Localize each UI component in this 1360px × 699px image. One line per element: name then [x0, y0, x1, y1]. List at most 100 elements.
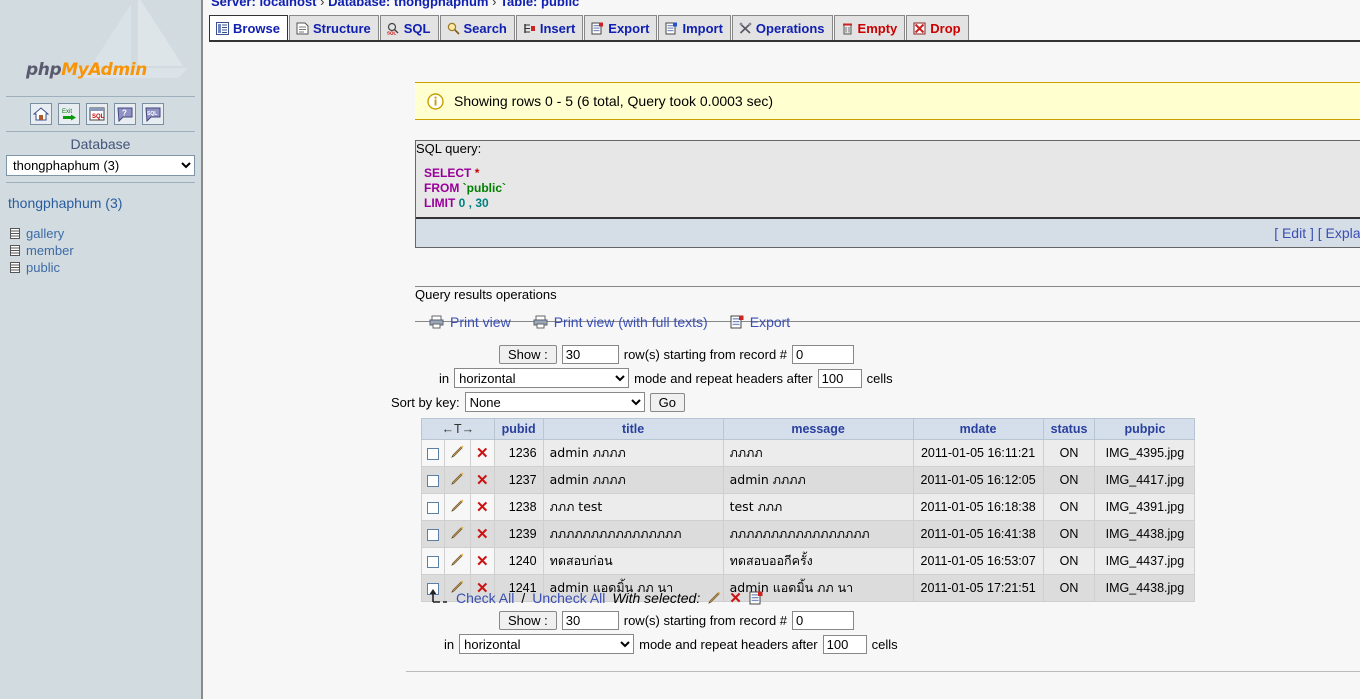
edit-pencil-icon[interactable] [450, 445, 465, 459]
record-input-bottom[interactable] [792, 611, 854, 630]
documentation-icon[interactable]: ? [114, 103, 136, 125]
column-header-pubid[interactable]: pubid [494, 419, 543, 440]
record-input-top[interactable] [792, 345, 854, 364]
row-checkbox-cell[interactable] [422, 548, 445, 575]
sidebar-table-link[interactable]: gallery [26, 226, 64, 241]
row-checkbox[interactable] [427, 475, 439, 487]
column-header-status[interactable]: status [1043, 419, 1095, 440]
delete-x-icon[interactable]: ✕ [729, 589, 742, 607]
edit-pencil-icon[interactable] [450, 553, 465, 567]
breadcrumb-server-label: Server: [211, 0, 256, 9]
explain-sql-link[interactable]: Explain SQL [1326, 225, 1360, 241]
column-header-message[interactable]: message [723, 419, 913, 440]
tab-sql[interactable]: SQL SQL [380, 15, 439, 40]
go-button[interactable]: Go [650, 393, 685, 412]
column-header-pubpic[interactable]: pubpic [1095, 419, 1195, 440]
display-mode-select-top[interactable]: horizontal [454, 368, 629, 388]
tab-empty[interactable]: Empty [834, 15, 906, 40]
row-edit-cell[interactable] [445, 440, 471, 467]
row-checkbox[interactable] [427, 556, 439, 568]
column-header-title[interactable]: title [543, 419, 723, 440]
edit-pencil-icon[interactable] [450, 472, 465, 486]
rows-input-top[interactable] [562, 345, 619, 364]
row-edit-cell[interactable] [445, 467, 471, 494]
database-select[interactable]: thongphaphum (3) [6, 155, 195, 176]
sort-direction-header[interactable]: ←T→ [422, 419, 495, 440]
cell-title: admin ภภภภ [543, 467, 723, 494]
print-view-link[interactable]: Print view [429, 314, 511, 330]
row-delete-cell[interactable]: ✕ [471, 440, 495, 467]
cell-mdate: 2011-01-05 16:53:07 [913, 548, 1043, 575]
sort-by-key-select[interactable]: None [465, 392, 645, 412]
sql-help-icon[interactable]: SQL [142, 103, 164, 125]
row-checkbox-cell[interactable] [422, 467, 445, 494]
sidebar-item-public[interactable]: public [10, 259, 201, 276]
query-results-operations: Query results operations Print view [415, 286, 1360, 322]
delete-x-icon[interactable]: ✕ [476, 499, 489, 516]
row-checkbox-cell[interactable] [422, 494, 445, 521]
row-checkbox[interactable] [427, 502, 439, 514]
print-view-full-texts-link[interactable]: Print view (with full texts) [533, 314, 708, 330]
export-icon[interactable] [749, 591, 763, 605]
breadcrumb-database-value[interactable]: thongphaphum [394, 0, 489, 9]
check-all-link[interactable]: Check All [456, 590, 514, 606]
edit-pencil-icon[interactable] [450, 526, 465, 540]
row-edit-cell[interactable] [445, 548, 471, 575]
tab-import[interactable]: Import [658, 15, 730, 40]
in-label-top: in [439, 371, 449, 386]
rows-input-bottom[interactable] [562, 611, 619, 630]
repeat-headers-input-top[interactable] [818, 369, 862, 388]
tab-drop[interactable]: Drop [906, 15, 968, 40]
sidebar-item-gallery[interactable]: gallery [10, 225, 201, 242]
sql-window-icon[interactable]: SQL [86, 103, 108, 125]
column-header-mdate[interactable]: mdate [913, 419, 1043, 440]
logo-my-text: My [61, 60, 88, 80]
display-mode-select-bottom[interactable]: horizontal [459, 634, 634, 654]
row-delete-cell[interactable]: ✕ [471, 494, 495, 521]
tab-label: Empty [858, 21, 898, 36]
home-icon[interactable] [30, 103, 52, 125]
sidebar-table-link[interactable]: public [26, 260, 60, 275]
row-checkbox-cell[interactable] [422, 440, 445, 467]
tab-export[interactable]: Export [584, 15, 657, 40]
cell-pubpic: IMG_4437.jpg [1095, 548, 1195, 575]
tab-label: Browse [233, 21, 280, 36]
sidebar-item-member[interactable]: member [10, 242, 201, 259]
delete-x-icon[interactable]: ✕ [476, 472, 489, 489]
show-button-top[interactable]: Show : [499, 345, 557, 364]
tab-search[interactable]: Search [440, 15, 515, 40]
edit-pencil-icon[interactable] [707, 591, 722, 605]
row-edit-cell[interactable] [445, 494, 471, 521]
row-checkbox[interactable] [427, 448, 439, 460]
tab-browse[interactable]: Browse [209, 15, 288, 40]
export-results-link[interactable]: Export [730, 314, 790, 330]
status-message-text: Showing rows 0 - 5 (6 total, Query took … [454, 93, 773, 109]
row-delete-cell[interactable]: ✕ [471, 548, 495, 575]
delete-x-icon[interactable]: ✕ [476, 526, 489, 543]
tab-insert[interactable]: Insert [516, 15, 583, 40]
logo-php-text: php [26, 60, 61, 80]
edit-pencil-icon[interactable] [450, 499, 465, 513]
tab-structure[interactable]: Structure [289, 15, 379, 40]
row-checkbox-cell[interactable] [422, 521, 445, 548]
uncheck-all-link[interactable]: Uncheck All [532, 590, 605, 606]
row-delete-cell[interactable]: ✕ [471, 467, 495, 494]
logout-icon[interactable]: Exit [58, 103, 80, 125]
breadcrumb-server-value[interactable]: localhost [259, 0, 316, 9]
tab-operations[interactable]: Operations [732, 15, 833, 40]
show-button-bottom[interactable]: Show : [499, 611, 557, 630]
display-mode-row-top: in horizontal mode and repeat headers af… [439, 368, 893, 388]
sidebar-table-link[interactable]: member [26, 243, 74, 258]
row-checkbox[interactable] [427, 529, 439, 541]
cells-label-bottom: cells [872, 637, 898, 652]
breadcrumb-table-value[interactable]: public [541, 0, 579, 9]
table-row: ✕ 1236 admin ภภภภ ภภภภ 2011-01-05 16:11:… [422, 440, 1195, 467]
delete-x-icon[interactable]: ✕ [476, 553, 489, 570]
row-delete-cell[interactable]: ✕ [471, 521, 495, 548]
delete-x-icon[interactable]: ✕ [476, 445, 489, 462]
row-edit-cell[interactable] [445, 521, 471, 548]
repeat-headers-input-bottom[interactable] [823, 635, 867, 654]
sql-icon: SQL [387, 22, 400, 35]
sql-keyword-select: SELECT [424, 166, 471, 180]
edit-query-link[interactable]: Edit [1282, 225, 1306, 241]
